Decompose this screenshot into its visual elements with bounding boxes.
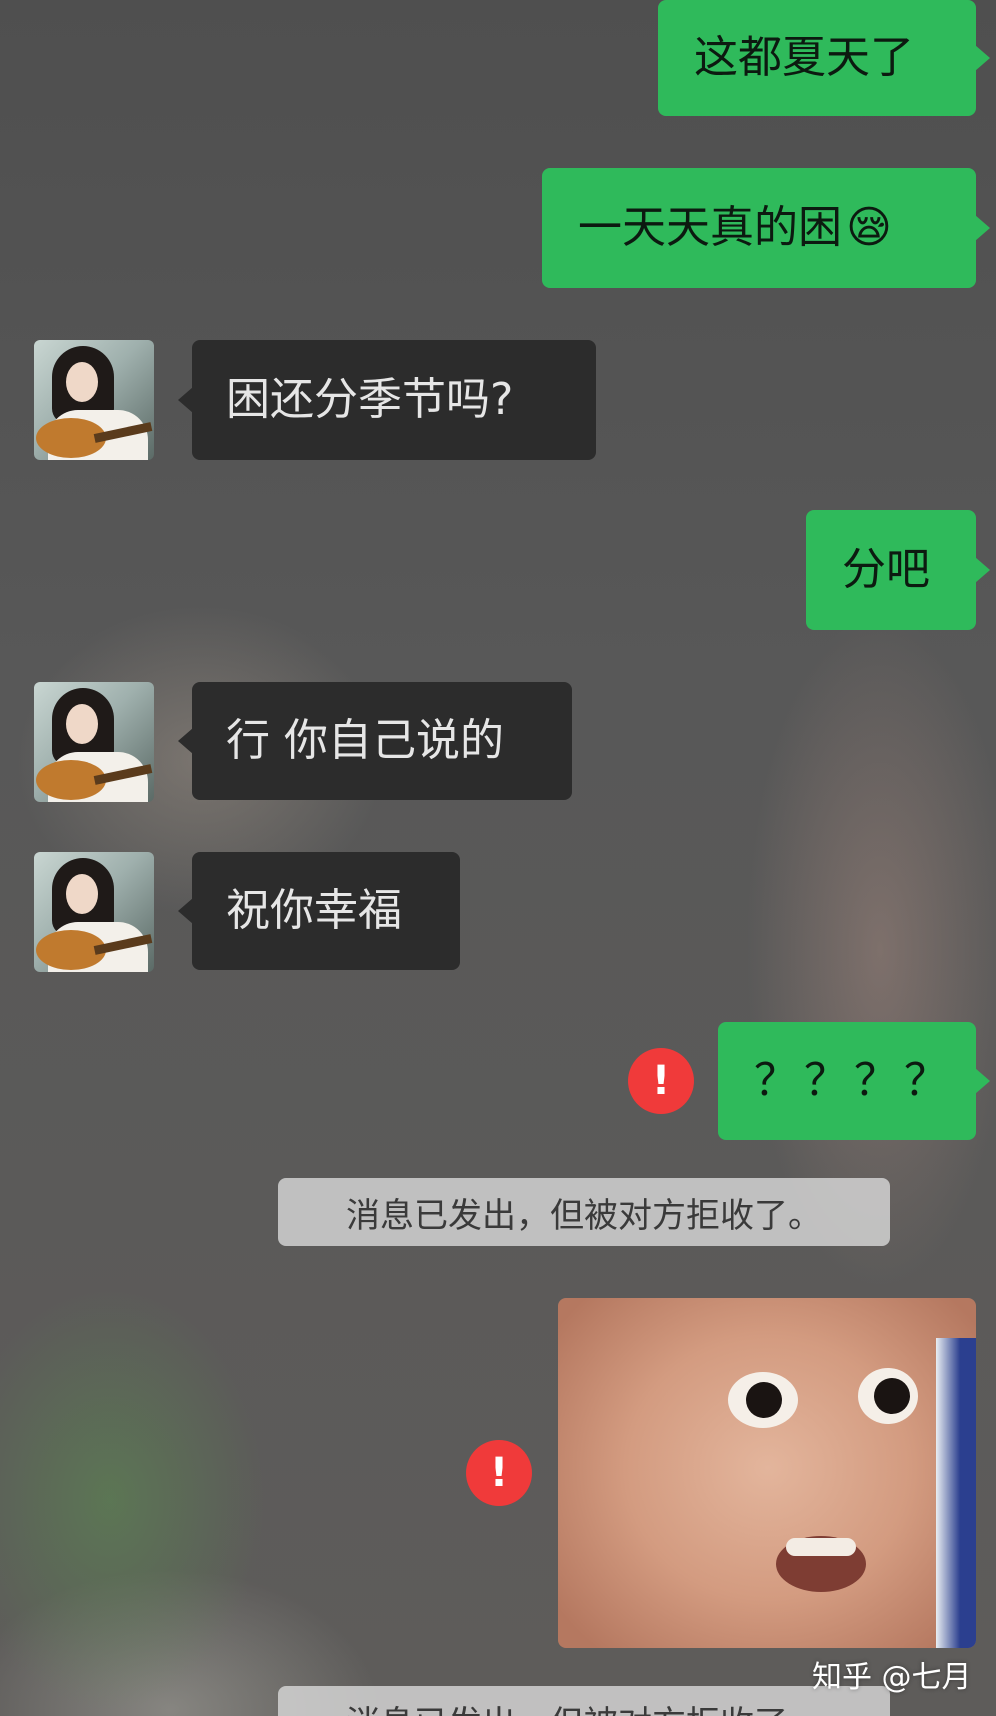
contact-avatar[interactable]	[34, 340, 154, 460]
message-text: ？？？？	[754, 1055, 954, 1106]
message-text: 这都夏天了	[694, 32, 914, 83]
message-text: 分吧	[842, 544, 930, 595]
message-text: 行 你自己说的	[226, 715, 504, 766]
message-text: 困还分季节吗?	[226, 374, 514, 425]
message-bubble-incoming[interactable]: 祝你幸福	[192, 852, 460, 970]
contact-avatar[interactable]	[34, 682, 154, 802]
message-bubble-incoming[interactable]: 行 你自己说的	[192, 682, 572, 800]
exclamation-circle-icon[interactable]: !	[466, 1440, 532, 1506]
system-notice: 消息已发出，但被对方拒收了。	[278, 1178, 890, 1246]
system-notice: 消息已发出，但被对方拒收了。	[278, 1686, 890, 1716]
message-bubble-incoming[interactable]: 困还分季节吗?	[192, 340, 596, 460]
watermark-label: 知乎 @七月	[812, 1660, 972, 1695]
message-bubble-outgoing[interactable]: 分吧	[806, 510, 976, 630]
contact-avatar[interactable]	[34, 852, 154, 972]
sleepy-face-emoji-icon: 😪	[846, 202, 892, 253]
message-text: 一天天真的困	[578, 202, 842, 253]
message-bubble-outgoing[interactable]: ？？？？	[718, 1022, 976, 1140]
message-bubble-outgoing[interactable]: 这都夏天了	[658, 0, 976, 116]
exclamation-circle-icon[interactable]: !	[628, 1048, 694, 1114]
message-text: 祝你幸福	[226, 885, 402, 936]
message-bubble-outgoing[interactable]: 一天天真的困 😪	[542, 168, 976, 288]
sticker-image-surprised-baby[interactable]	[558, 1298, 976, 1648]
